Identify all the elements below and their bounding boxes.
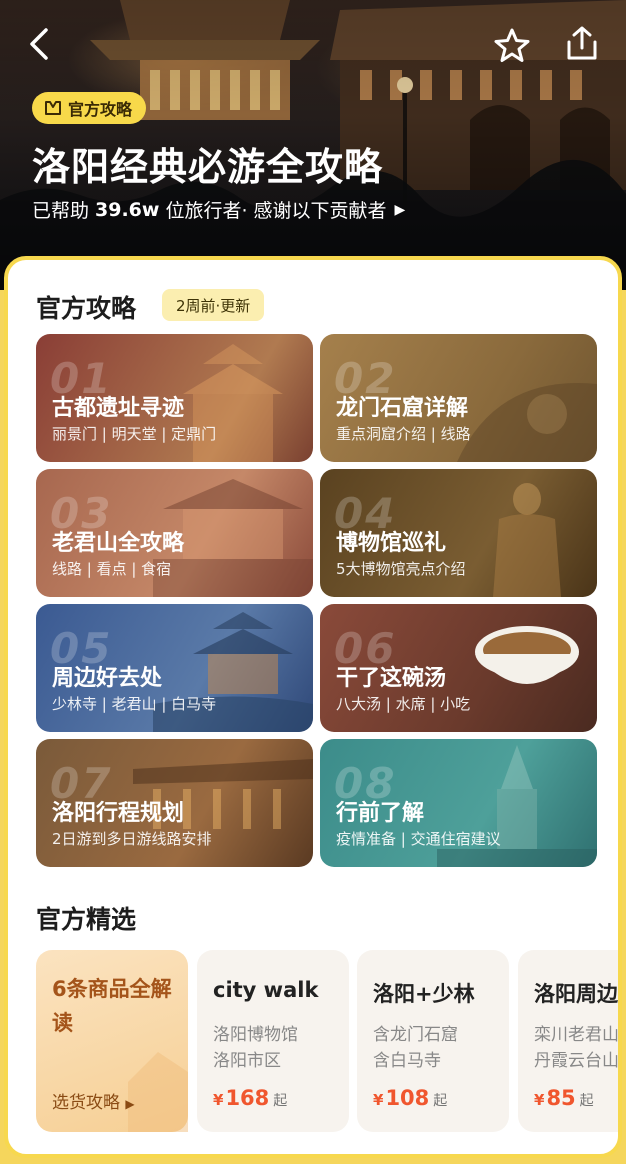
product-price: ¥168 起 — [213, 1086, 287, 1110]
sub-suffix: 位旅行者· 感谢以下贡献者 — [165, 200, 387, 222]
triangle-right-icon: ▶ — [125, 1097, 135, 1111]
guide-card-05[interactable]: 05 周边好去处 少林寺 | 老君山 | 白马寺 — [36, 604, 313, 732]
card-subtitle: 少林寺 | 老君山 | 白马寺 — [52, 695, 217, 713]
price-suffix: 起 — [579, 1093, 594, 1109]
contributors-link[interactable]: 已帮助 39.6w 位旅行者· 感谢以下贡献者 ▶ — [32, 196, 405, 223]
hero-banner: 官方攻略 洛阳经典必游全攻略 已帮助 39.6w 位旅行者· 感谢以下贡献者 ▶ — [0, 0, 626, 290]
guide-label: 选货攻略 — [52, 1093, 120, 1113]
official-guide-heading: 官方攻略 — [36, 294, 137, 323]
selection-heading: 官方精选 — [36, 905, 137, 934]
product-card[interactable]: 洛阳周边 栾川老君山 丹霞云台山 ¥85 起 — [518, 950, 618, 1132]
guide-card-06[interactable]: 06 干了这碗汤 八大汤 | 水席 | 小吃 — [320, 604, 597, 732]
currency-symbol: ¥ — [373, 1091, 384, 1109]
card-subtitle: 八大汤 | 水席 | 小吃 — [336, 695, 471, 713]
card-subtitle: 重点洞窟介绍 | 线路 — [336, 425, 471, 443]
card-subtitle: 5大博物馆亮点介绍 — [336, 560, 466, 578]
triangle-right-icon: ▶ — [394, 201, 406, 218]
card-title: 行前了解 — [336, 801, 425, 826]
favorite-button[interactable] — [490, 24, 534, 68]
card-title: 老君山全攻略 — [52, 531, 185, 556]
price-value: 168 — [225, 1086, 270, 1110]
product-guide-title: 6条商品全解读 — [52, 977, 172, 1035]
product-card[interactable]: city walk 洛阳博物馆 洛阳市区 ¥168 起 — [197, 950, 349, 1132]
price-suffix: 起 — [273, 1093, 288, 1109]
product-card[interactable]: 洛阳+少林 含龙门石窟 含白马寺 ¥108 起 — [357, 950, 509, 1132]
price-value: 108 — [385, 1086, 430, 1110]
product-line-2: 含白马寺 — [373, 1051, 441, 1071]
product-title: 洛阳周边 — [534, 982, 618, 1006]
update-pill: 2周前·更新 — [162, 289, 265, 321]
back-button[interactable] — [20, 22, 60, 66]
back-icon — [30, 28, 48, 60]
guide-card-02[interactable]: 02 龙门石窟详解 重点洞窟介绍 | 线路 — [320, 334, 597, 462]
content-panel: 官方攻略 2周前·更新 01 古都遗址寻迹 丽景门 | 明天堂 | 定鼎门 02… — [4, 256, 622, 1158]
product-guide-card[interactable]: 6条商品全解读 选货攻略 ▶ — [36, 950, 188, 1132]
product-price: ¥108 起 — [373, 1086, 447, 1110]
price-value: 85 — [546, 1086, 576, 1110]
product-guide-link[interactable]: 选货攻略 ▶ — [52, 1088, 135, 1113]
guide-card-01[interactable]: 01 古都遗址寻迹 丽景门 | 明天堂 | 定鼎门 — [36, 334, 313, 462]
product-title: city walk — [213, 978, 319, 1002]
card-subtitle: 丽景门 | 明天堂 | 定鼎门 — [52, 425, 217, 443]
product-line-1: 含龙门石窟 — [373, 1025, 458, 1045]
product-line-2: 丹霞云台山 — [534, 1051, 618, 1071]
product-line-1: 洛阳博物馆 — [213, 1025, 298, 1045]
guide-card-04[interactable]: 04 博物馆巡礼 5大博物馆亮点介绍 — [320, 469, 597, 597]
guide-card-08[interactable]: 08 行前了解 疫情准备 | 交通住宿建议 — [320, 739, 597, 867]
card-title: 博物馆巡礼 — [336, 531, 447, 556]
traveler-count: 39.6w — [95, 198, 160, 221]
page-title: 洛阳经典必游全攻略 — [32, 145, 384, 189]
guide-card-07[interactable]: 07 洛阳行程规划 2日游到多日游线路安排 — [36, 739, 313, 867]
product-title: 洛阳+少林 — [373, 982, 475, 1006]
badge-label: 官方攻略 — [68, 100, 133, 119]
card-title: 龙门石窟详解 — [336, 396, 469, 421]
card-title: 古都遗址寻迹 — [52, 396, 185, 421]
star-icon — [494, 28, 530, 62]
tag-icon — [45, 101, 61, 115]
product-line-2: 洛阳市区 — [213, 1051, 281, 1071]
sub-prefix: 已帮助 — [32, 200, 90, 222]
share-icon — [567, 26, 597, 60]
share-button[interactable] — [560, 22, 604, 66]
card-subtitle: 2日游到多日游线路安排 — [52, 830, 212, 848]
official-guide-badge: 官方攻略 — [32, 92, 147, 124]
thumbs-up-deco — [128, 1052, 188, 1132]
card-title: 干了这碗汤 — [336, 666, 447, 691]
card-title: 周边好去处 — [52, 666, 163, 691]
card-subtitle: 线路 | 看点 | 食宿 — [52, 560, 172, 578]
product-line-1: 栾川老君山 — [534, 1025, 618, 1045]
card-subtitle: 疫情准备 | 交通住宿建议 — [336, 830, 501, 848]
currency-symbol: ¥ — [534, 1091, 545, 1109]
guide-card-03[interactable]: 03 老君山全攻略 线路 | 看点 | 食宿 — [36, 469, 313, 597]
product-price: ¥85 起 — [534, 1086, 594, 1110]
currency-symbol: ¥ — [213, 1091, 224, 1109]
card-title: 洛阳行程规划 — [52, 801, 185, 826]
price-suffix: 起 — [433, 1093, 448, 1109]
